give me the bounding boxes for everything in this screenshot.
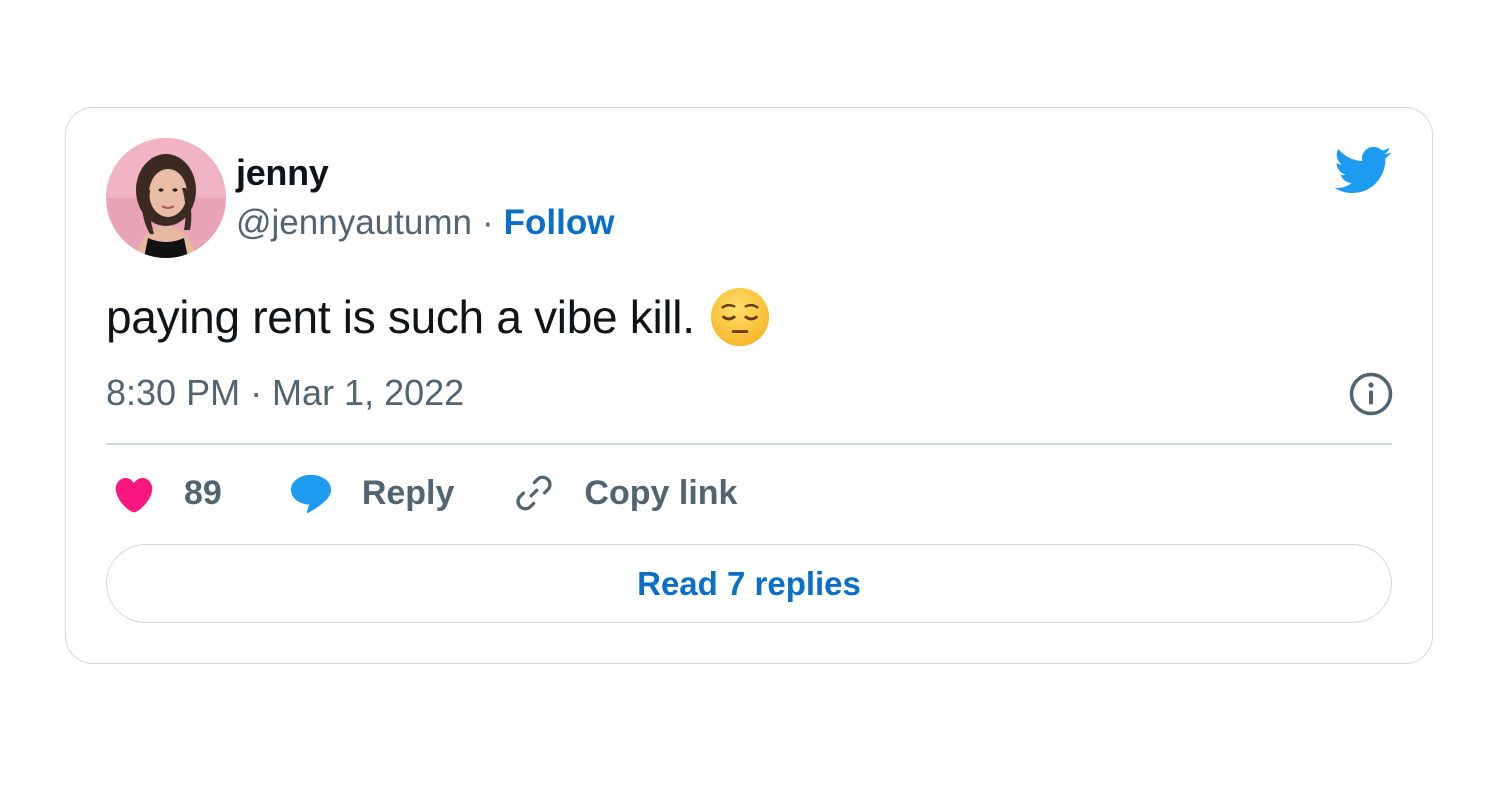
info-icon[interactable] xyxy=(1348,371,1394,417)
separator: · xyxy=(481,203,494,242)
user-handle[interactable]: @jennyautumn xyxy=(236,203,472,243)
reply-label: Reply xyxy=(361,473,455,512)
tweet-timestamp[interactable]: 8:30 PM · Mar 1, 2022 xyxy=(106,372,464,414)
read-replies-button[interactable]: Read 7 replies xyxy=(106,544,1392,623)
avatar[interactable] xyxy=(106,138,226,258)
tweet-embed-card: jenny @jennyautumn · Follow paying rent … xyxy=(65,107,1433,664)
speech-bubble-icon xyxy=(290,474,331,514)
tweet-body: paying rent is such a vibe kill. xyxy=(106,291,695,343)
pensive-face-icon xyxy=(710,287,769,347)
heart-icon xyxy=(115,477,153,513)
like-button[interactable]: 89 xyxy=(112,473,222,513)
copy-link-button[interactable]: Copy link xyxy=(512,471,737,515)
action-bar: 89 Reply Copy link xyxy=(112,468,737,518)
avatar-photo xyxy=(106,138,226,258)
twitter-bird-icon[interactable] xyxy=(1332,145,1392,195)
handle-row: @jennyautumn · Follow xyxy=(236,203,614,243)
tweet-text: paying rent is such a vibe kill. xyxy=(106,286,771,348)
link-icon xyxy=(516,475,552,511)
divider xyxy=(106,443,1392,445)
like-count: 89 xyxy=(184,473,222,512)
copy-link-label: Copy link xyxy=(584,473,738,512)
follow-button[interactable]: Follow xyxy=(504,203,615,243)
display-name[interactable]: jenny xyxy=(236,152,329,194)
reply-button[interactable]: Reply xyxy=(288,472,455,514)
